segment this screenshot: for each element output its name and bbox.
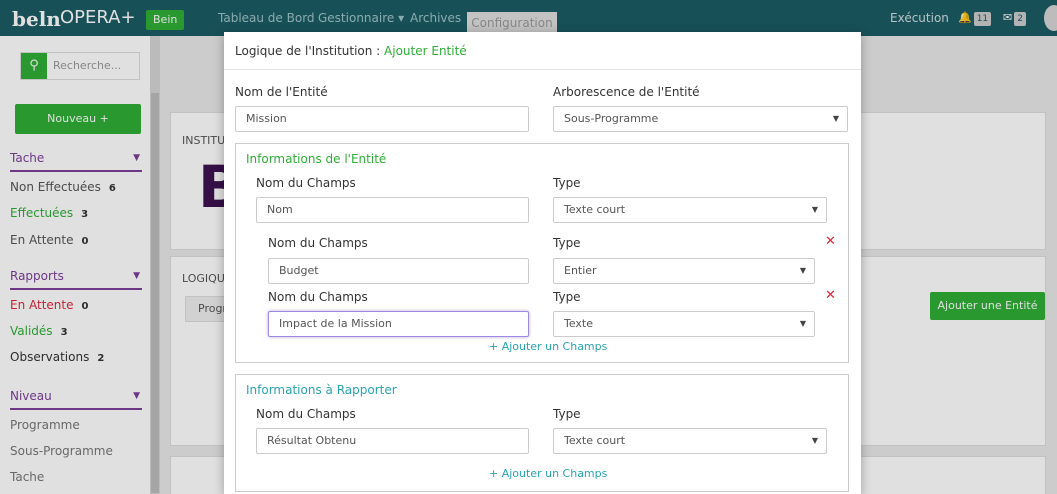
field-name-input[interactable]: Budget xyxy=(268,258,529,284)
field-name-input[interactable]: Nom xyxy=(256,197,529,223)
field-name-label: Nom du Champs xyxy=(268,236,368,250)
field-type-label: Type xyxy=(553,176,581,190)
field-name-input[interactable]: Résultat Obtenu xyxy=(256,428,529,454)
field-type-value: Texte court xyxy=(564,434,626,447)
field-type-value: Texte xyxy=(564,317,594,330)
field-name-label: Nom du Champs xyxy=(268,290,368,304)
entity-name-label: Nom de l'Entité xyxy=(235,85,328,99)
field-type-select[interactable]: Entier ▼ xyxy=(553,258,815,284)
chevron-down-icon: ▼ xyxy=(799,266,806,275)
report-info-title: Informations à Rapporter xyxy=(246,383,397,397)
remove-field-icon[interactable]: ✕ xyxy=(825,288,836,303)
add-entity-modal: Logique de l'Institution : Ajouter Entit… xyxy=(224,32,861,494)
tree-select[interactable]: Sous-Programme ▼ xyxy=(553,106,848,132)
remove-field-icon[interactable]: ✕ xyxy=(825,234,836,249)
field-name-input[interactable]: Impact de la Mission xyxy=(268,311,529,337)
entity-info-section: Informations de l'Entité Nom du Champs N… xyxy=(235,143,849,363)
field-type-label: Type xyxy=(553,407,581,421)
add-field-link[interactable]: + Ajouter un Champs xyxy=(489,467,607,480)
field-type-select[interactable]: Texte court ▼ xyxy=(553,197,827,223)
field-type-label: Type xyxy=(553,236,581,250)
tree-select-value: Sous-Programme xyxy=(564,112,659,125)
field-name-label: Nom du Champs xyxy=(256,407,356,421)
field-type-value: Entier xyxy=(564,264,597,277)
modal-header: Logique de l'Institution : Ajouter Entit… xyxy=(224,32,861,70)
field-type-select[interactable]: Texte court ▼ xyxy=(553,428,827,454)
chevron-down-icon: ▼ xyxy=(811,436,818,445)
field-type-value: Texte court xyxy=(564,203,626,216)
modal-title: Logique de l'Institution : xyxy=(235,44,385,58)
chevron-down-icon: ▼ xyxy=(811,205,818,214)
report-info-section: Informations à Rapporter Nom du Champs R… xyxy=(235,374,849,492)
entity-name-input[interactable]: Mission xyxy=(235,106,529,132)
tree-label: Arborescence de l'Entité xyxy=(553,85,700,99)
chevron-down-icon: ▼ xyxy=(799,319,806,328)
add-field-link[interactable]: + Ajouter un Champs xyxy=(489,340,607,353)
field-name-label: Nom du Champs xyxy=(256,176,356,190)
entity-info-title: Informations de l'Entité xyxy=(246,152,387,166)
modal-title-action: Ajouter Entité xyxy=(384,44,467,58)
field-type-label: Type xyxy=(553,290,581,304)
chevron-down-icon: ▼ xyxy=(832,114,839,123)
field-type-select[interactable]: Texte ▼ xyxy=(553,311,815,337)
